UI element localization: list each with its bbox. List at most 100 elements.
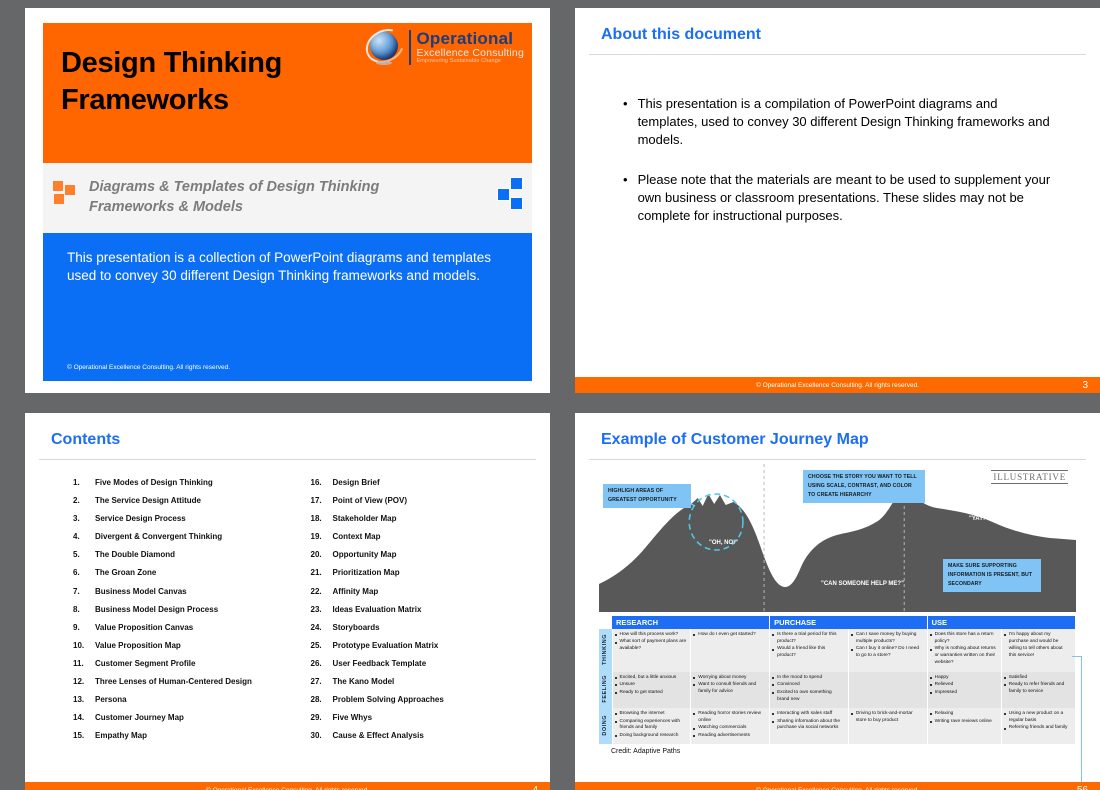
list-item[interactable]: 20. Opportunity Map (311, 550, 515, 559)
table-header-row: RESEARCH PURCHASE USE (599, 616, 1077, 629)
list-item[interactable]: 9. Value Proposition Canvas (73, 623, 277, 632)
slide-customer-journey-map[interactable]: Example of Customer Journey Map HIGHLIGH… (575, 413, 1100, 790)
cell-list: Satisfied Ready to refer friends and fami… (1003, 675, 1071, 696)
list-item-label: Stakeholder Map (332, 514, 397, 524)
list-item[interactable]: 22. Affinity Map (311, 587, 515, 596)
list-item-label: Design Brief (332, 478, 380, 487)
list-item-number: 7. (73, 586, 80, 596)
list-item[interactable]: 13. Persona (73, 695, 277, 704)
list-item-label: Divergent & Convergent Thinking (95, 532, 223, 542)
list-item[interactable]: 12. Three Lenses of Human-Centered Design (73, 677, 277, 686)
cell-list: Can I save money by buying multiple prod… (850, 632, 923, 660)
list-item[interactable]: 11. Customer Segment Profile (73, 659, 277, 668)
logo-tagline: Empowering Sustainable Change (416, 58, 502, 64)
phase-header: USE (927, 616, 1077, 629)
globe-icon (360, 22, 411, 70)
list-item-label: Point of View (POV) (332, 496, 408, 506)
list-item-label: The Groan Zone (95, 568, 157, 578)
list-item[interactable]: 25. Prototype Evaluation Matrix (311, 641, 515, 650)
list-item-number: 24. (310, 622, 322, 632)
contents-column-right: 16. Design Brief 17. Point of View (POV) 18.… (311, 478, 515, 749)
slide-body: • This presentation is a compilation of … (589, 55, 1086, 377)
list-item-label: Business Model Design Process (95, 604, 219, 614)
page-title-line2: Frameworks (61, 84, 229, 117)
cell-list: Using a new product on a regular basis Re… (1003, 711, 1071, 732)
list-item-label: Opportunity Map (332, 550, 397, 560)
list-item[interactable]: 18. Stakeholder Map (311, 514, 515, 523)
list-item[interactable]: 26. User Feedback Template (311, 659, 515, 668)
page-number: 56 (1076, 784, 1088, 790)
cell-list-item: Using a new product on a regular basis (1003, 711, 1071, 725)
list-item[interactable]: 17. Point of View (POV) (311, 496, 515, 505)
cell-list-item: Is there a trial period for this product… (772, 632, 844, 646)
table-cell: Is there a trial period for this product… (769, 629, 849, 672)
list-item-label: Cause & Effect Analysis (332, 731, 424, 741)
table-cell: Browsing the internet Comparing experienc… (612, 708, 692, 745)
list-item[interactable]: 16. Design Brief (311, 478, 515, 487)
list-item[interactable]: 24. Storyboards (311, 623, 515, 632)
cell-list-item: Browsing the internet (614, 711, 687, 718)
list-item[interactable]: 29. Five Whys (311, 713, 515, 722)
contents-list: 1. Five Modes of Design Thinking 2. The Ser… (39, 460, 536, 749)
list-item[interactable]: 8. Business Model Design Process (73, 605, 277, 614)
journey-stages-table: RESEARCH PURCHASE USE THINKING How will this… (599, 616, 1077, 745)
cell-list: Driving to brick-and-mortar store to buy… (850, 711, 923, 725)
cell-list-item: Would a friend like this product? (772, 646, 844, 660)
list-item[interactable]: 4. Divergent & Convergent Thinking (73, 532, 277, 541)
phase-header: PURCHASE (769, 616, 928, 629)
cell-list-item: Convinced (772, 682, 844, 689)
slide-footer: © Operational Excellence Consulting. All… (575, 377, 1100, 393)
cell-list-item: Watching commercials (693, 725, 765, 732)
list-item[interactable]: 15. Empathy Map (73, 731, 277, 740)
table-row: FEELING Excited, but a little anxious Unsu… (599, 671, 1077, 709)
cell-list-item: Can I save money by buying multiple prod… (850, 632, 923, 646)
table-cell: Driving to brick-and-mortar store to buy… (848, 708, 928, 745)
table-cell: Satisfied Ready to refer friends and fami… (1001, 671, 1077, 709)
list-item[interactable]: 28. Problem Solving Approaches (311, 695, 515, 704)
list-item[interactable]: 1. Five Modes of Design Thinking (73, 478, 277, 487)
list-item[interactable]: 2. The Service Design Attitude (73, 496, 277, 505)
cell-list: Worrying about money Want to consult frie… (693, 675, 765, 696)
list-item[interactable]: 7. Business Model Canvas (73, 587, 277, 596)
cell-list: Happy Relieved Impressed (929, 675, 997, 697)
table-cell: Worrying about money Want to consult frie… (690, 671, 771, 709)
list-item-number: 27. (310, 677, 322, 687)
bullet-icon: • (623, 96, 628, 111)
cell-list-item: Relieved (929, 682, 997, 689)
list-item[interactable]: 19. Context Map (311, 532, 515, 541)
company-logo: Operational Excellence Consulting Empowe… (360, 22, 524, 70)
list-item-number: 5. (73, 550, 80, 560)
list-item[interactable]: 5. The Double Diamond (73, 550, 277, 559)
list-item-label: User Feedback Template (332, 658, 427, 668)
page-title: About this document (601, 26, 761, 43)
table-cell: Can I save money by buying multiple prod… (848, 629, 928, 672)
list-item[interactable]: 3. Service Design Process (73, 514, 277, 523)
slide-contents[interactable]: Contents 1. Five Modes of Design Thinking… (25, 413, 550, 790)
list-item[interactable]: 21. Prioritization Map (311, 568, 515, 577)
list-item[interactable]: 23. Ideas Evaluation Matrix (311, 605, 515, 614)
list-item-number: 23. (310, 604, 322, 614)
cell-list: Excited, but a little anxious Unsure Ready… (614, 675, 687, 697)
list-item[interactable]: 10. Value Proposition Map (73, 641, 277, 650)
table-cell: Happy Relieved Impressed (927, 671, 1002, 709)
list-item-label: Affinity Map (332, 586, 379, 596)
list-item-number: 1. (73, 478, 80, 487)
list-item[interactable]: 14. Customer Journey Map (73, 713, 277, 722)
slide-about-document[interactable]: About this document • This presentation … (575, 8, 1100, 393)
copyright-notice: © Operational Excellence Consulting. All… (67, 364, 231, 371)
list-item-number: 28. (310, 695, 322, 705)
list-item-label: Customer Segment Profile (95, 658, 196, 668)
quote-oh-no: "OH, NO!" (709, 540, 739, 546)
list-item[interactable]: 6. The Groan Zone (73, 568, 277, 577)
quote-yay: "YAY!" (969, 516, 988, 522)
list-item-number: 21. (310, 568, 322, 578)
cell-list: Relaxing Writing rave reviews online (929, 711, 997, 725)
slide-title[interactable]: Operational Excellence Consulting Empowe… (25, 8, 550, 393)
cell-list-item: Unsure (614, 682, 687, 689)
list-item[interactable]: 27. The Kano Model (311, 677, 515, 686)
title-subtitle-band: Diagrams & Templates of Design Thinking … (43, 163, 532, 233)
table-cell: How do I even get started? (690, 629, 771, 672)
cell-list-item: Want to consult friends and family for a… (693, 682, 765, 696)
list-item[interactable]: 30. Cause & Effect Analysis (311, 731, 515, 740)
table-cell: I'm happy about my purchase and would be… (1001, 629, 1077, 672)
